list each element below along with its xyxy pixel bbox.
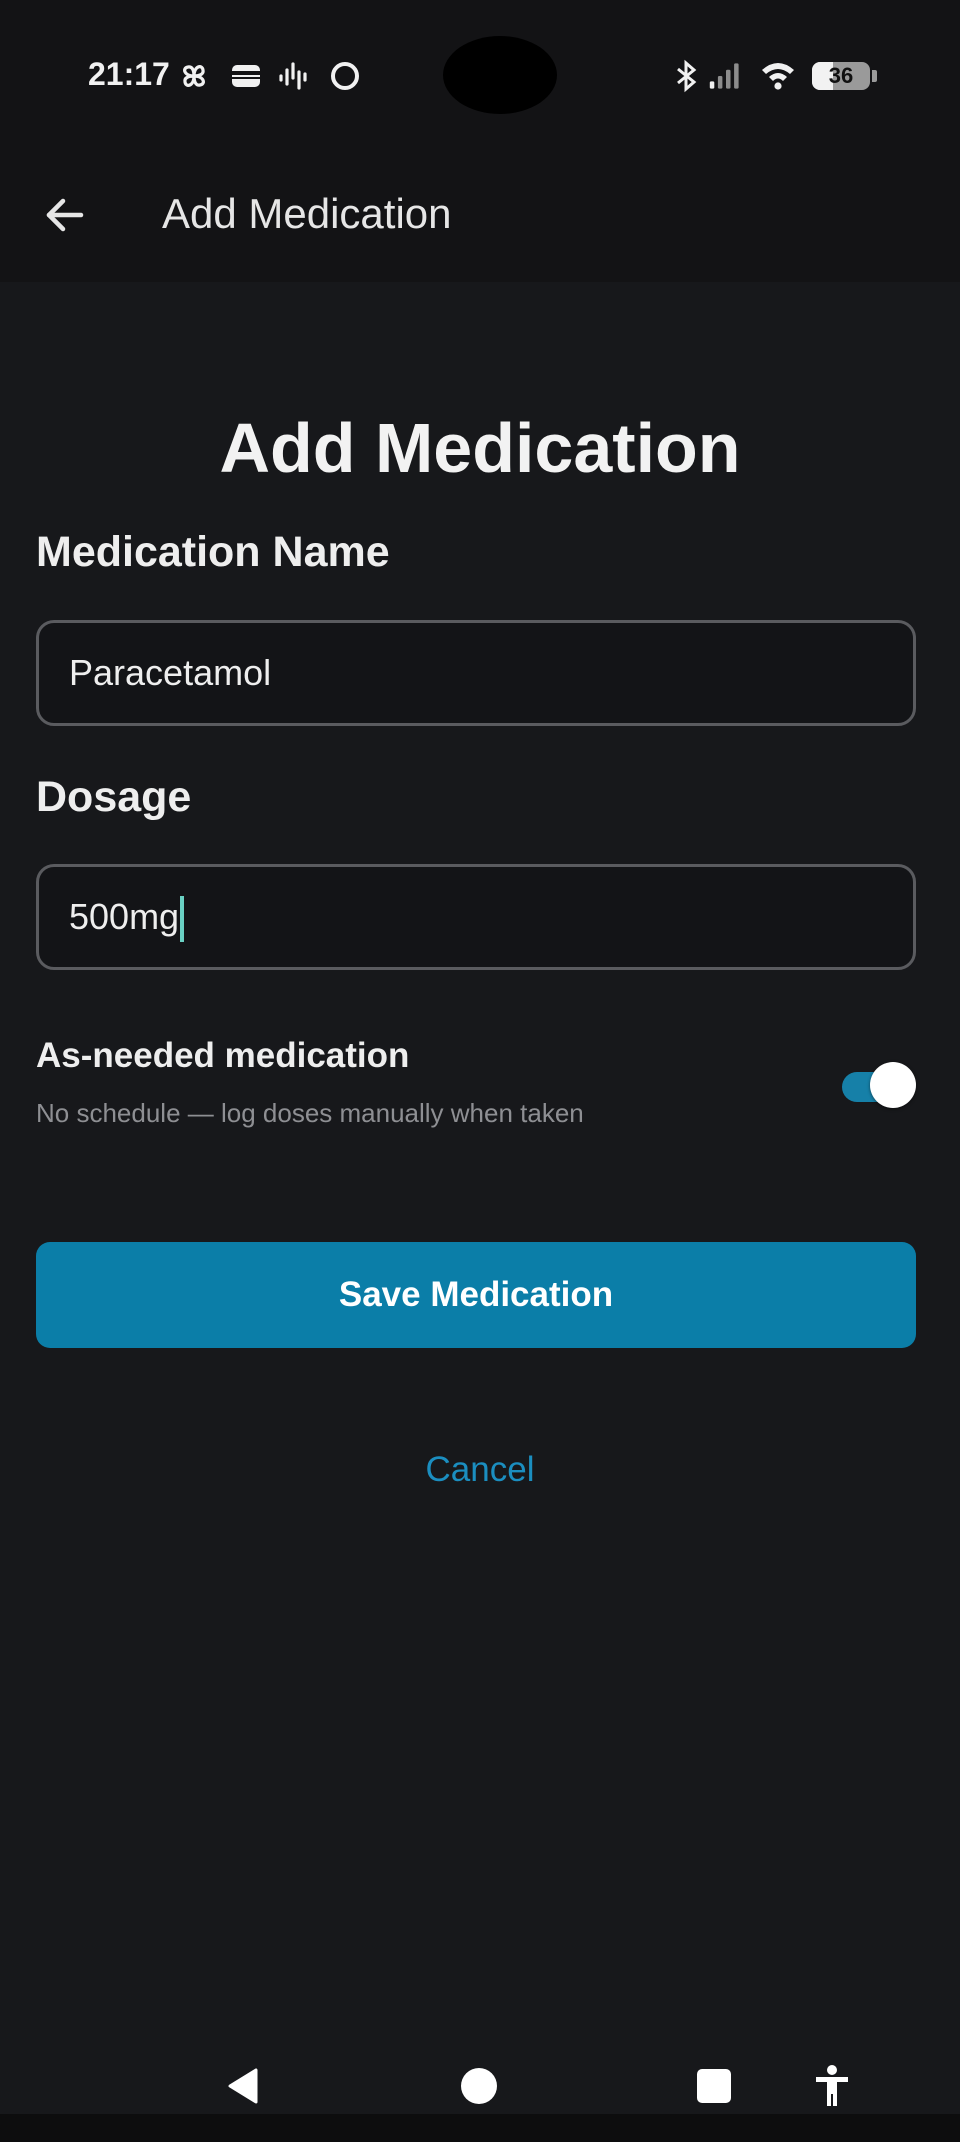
wifi-icon xyxy=(762,63,794,90)
medication-name-value: Paracetamol xyxy=(69,652,272,693)
waveform-icon xyxy=(279,62,307,90)
battery-cap xyxy=(872,70,877,82)
as-needed-subtitle: No schedule — log doses manually when ta… xyxy=(36,1098,584,1128)
accessibility-icon[interactable] xyxy=(812,2064,852,2108)
as-needed-toggle[interactable] xyxy=(840,1062,916,1108)
dosage-label: Dosage xyxy=(36,773,192,821)
toggle-thumb xyxy=(870,1062,916,1108)
dosage-value: 500mg xyxy=(69,896,180,937)
app-bar xyxy=(0,150,960,282)
recents-square-icon[interactable] xyxy=(694,2066,734,2106)
page-title: Add Medication xyxy=(219,409,741,487)
back-button[interactable] xyxy=(30,180,100,250)
back-triangle-icon[interactable] xyxy=(224,2066,264,2106)
dosage-value-wrap: 500mg xyxy=(69,867,185,967)
app-bar-title: Add Medication xyxy=(162,190,452,237)
pinwheel-icon xyxy=(183,65,205,87)
battery-icon: 36 xyxy=(812,62,870,90)
dosage-field[interactable]: 500mg xyxy=(36,864,916,970)
signal-icon xyxy=(709,63,739,89)
save-medication-button[interactable]: Save Medication xyxy=(36,1242,916,1348)
front-camera-cutout xyxy=(443,36,557,114)
circle-icon xyxy=(331,62,359,90)
nav-bar-bottom-strip xyxy=(0,2114,960,2142)
medication-name-field[interactable]: Paracetamol xyxy=(36,620,916,726)
medication-name-label: Medication Name xyxy=(36,528,390,576)
wallet-icon xyxy=(232,65,260,87)
status-time: 21:17 xyxy=(88,56,170,92)
battery-level: 36 xyxy=(828,63,854,88)
home-circle-icon[interactable] xyxy=(459,2066,499,2106)
arrow-left-icon xyxy=(46,198,84,232)
cancel-button[interactable]: Cancel xyxy=(0,1450,960,1490)
bluetooth-icon xyxy=(677,59,697,93)
as-needed-title: As-needed medication xyxy=(36,1036,410,1075)
text-cursor xyxy=(180,896,185,943)
